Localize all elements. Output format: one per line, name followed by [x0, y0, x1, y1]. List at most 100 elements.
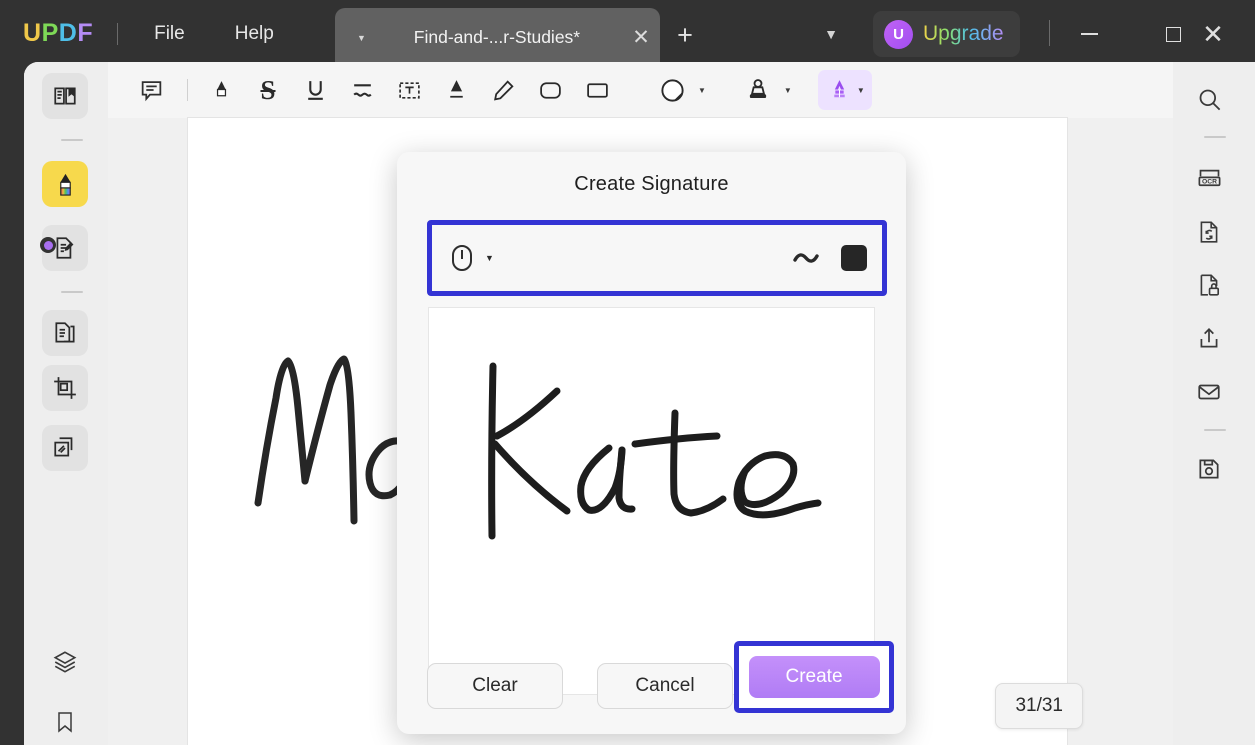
- page-indicator[interactable]: 31/31: [995, 683, 1083, 729]
- sticker-chevron-down-icon[interactable]: ▼: [698, 86, 706, 95]
- upgrade-avatar-badge: U: [884, 20, 913, 49]
- sidebar-item-reader[interactable]: [42, 73, 88, 119]
- ocr-icon: OCR: [1196, 165, 1223, 192]
- toolbar-highlight-button[interactable]: [199, 70, 243, 110]
- toolbar-rect-shape-button[interactable]: [575, 70, 619, 110]
- comment-box-icon: [139, 78, 164, 103]
- signature-chevron-down-icon[interactable]: ▼: [857, 86, 865, 95]
- sidebar-divider-1: [61, 139, 83, 141]
- right-sidebar: OCR: [1173, 62, 1255, 745]
- signature-drawing-canvas[interactable]: [428, 307, 875, 695]
- new-tab-button[interactable]: +: [668, 18, 702, 52]
- right-sidebar-divider-1: [1204, 136, 1226, 138]
- clear-button[interactable]: Clear: [427, 663, 563, 709]
- toolbar-pencil-button[interactable]: [481, 70, 525, 110]
- signature-tool-options-focus-ring: ▼: [427, 220, 887, 296]
- dialog-button-row: Clear Cancel Create: [397, 663, 906, 711]
- right-sidebar-divider-2: [1204, 429, 1226, 431]
- title-bar: U P D F File Help ▼ Find-and-...r-Studie…: [0, 0, 1255, 67]
- sidebar-item-layers[interactable]: [42, 639, 88, 685]
- create-signature-dialog: Create Signature ▼: [397, 152, 906, 734]
- stamp-chevron-down-icon[interactable]: ▼: [784, 86, 792, 95]
- pen-nib-icon: [827, 78, 852, 103]
- create-button-focus-ring: Create: [734, 641, 894, 713]
- callout-icon: [444, 78, 469, 103]
- pages-copy-icon: [52, 320, 78, 346]
- document-tab[interactable]: ▼ Find-and-...r-Studies* ✕: [335, 8, 660, 67]
- toolbar-stamp-button[interactable]: [736, 70, 780, 110]
- tab-dropdown-icon[interactable]: ▼: [357, 33, 366, 43]
- create-button[interactable]: Create: [749, 656, 880, 698]
- sidebar-item-comment[interactable]: [42, 161, 88, 207]
- toolbar-sticker-button[interactable]: [650, 70, 694, 110]
- toolbar-comment-button[interactable]: [129, 70, 173, 110]
- window-minimize-button[interactable]: [1069, 14, 1109, 54]
- main-shell: S: [24, 62, 1255, 745]
- toolbar-squiggly-button[interactable]: [340, 70, 384, 110]
- tab-close-icon[interactable]: ✕: [622, 25, 660, 50]
- toolbar-underline-button[interactable]: [293, 70, 337, 110]
- right-sidebar-item-convert[interactable]: [1187, 210, 1231, 254]
- cancel-button[interactable]: Cancel: [597, 663, 733, 709]
- squiggly-underline-icon: [350, 78, 375, 103]
- sidebar-item-bookmarks[interactable]: [42, 699, 88, 745]
- toolbar-strikethrough-button[interactable]: S: [246, 70, 290, 110]
- updf-logo: U P D F: [23, 21, 93, 46]
- highlighter-icon: [209, 78, 234, 103]
- convert-document-icon: [1196, 219, 1222, 245]
- minimize-icon: [1081, 33, 1098, 35]
- right-sidebar-item-save[interactable]: [1187, 447, 1231, 491]
- toolbar-signature-button[interactable]: ▼: [818, 70, 872, 110]
- toolbar-rounded-shape-button[interactable]: [528, 70, 572, 110]
- sidebar-item-crop[interactable]: [42, 365, 88, 411]
- tab-title: Find-and-...r-Studies*: [366, 27, 622, 48]
- color-swatch-button[interactable]: [841, 245, 867, 271]
- window-close-button[interactable]: ✕: [1193, 14, 1233, 54]
- rectangle-icon: [585, 78, 610, 103]
- wavy-stroke-icon[interactable]: [791, 247, 821, 269]
- dialog-title: Create Signature: [397, 152, 906, 196]
- signature-ink-kate: [429, 308, 876, 696]
- book-reader-icon: [52, 83, 78, 109]
- sidebar-item-batch[interactable]: [42, 425, 88, 471]
- search-icon: [1196, 86, 1223, 113]
- menu-help[interactable]: Help: [221, 17, 288, 51]
- logo-letter-f: F: [77, 21, 93, 46]
- right-sidebar-item-protect[interactable]: [1187, 263, 1231, 307]
- toolbar-callout-button[interactable]: [434, 70, 478, 110]
- window-maximize-button[interactable]: [1153, 14, 1193, 54]
- mouse-icon[interactable]: [452, 245, 472, 271]
- pencil-icon: [491, 78, 516, 103]
- sidebar-collapse-handle[interactable]: [40, 237, 56, 253]
- envelope-icon: [1196, 379, 1222, 405]
- left-sidebar: [24, 62, 108, 745]
- menu-file[interactable]: File: [140, 17, 199, 51]
- logo-letter-d: D: [59, 21, 78, 46]
- signature-tool-options-bar: ▼: [432, 225, 882, 291]
- collapse-dot-icon: [44, 241, 53, 250]
- underline-icon: [303, 78, 328, 103]
- document-lock-icon: [1196, 272, 1222, 298]
- crop-icon: [52, 375, 78, 401]
- right-sidebar-item-share[interactable]: [1187, 317, 1231, 361]
- sticker-icon: [659, 77, 686, 104]
- sidebar-divider-2: [61, 291, 83, 293]
- right-sidebar-item-ocr[interactable]: OCR: [1187, 156, 1231, 200]
- tab-list-chevron-down-icon[interactable]: ▼: [815, 20, 847, 48]
- right-sidebar-item-search[interactable]: [1187, 77, 1231, 121]
- text-box-icon: [397, 78, 422, 103]
- rounded-rect-icon: [538, 78, 563, 103]
- highlighter-marker-icon: [52, 171, 79, 198]
- input-device-chevron-down-icon[interactable]: ▼: [485, 253, 494, 263]
- sidebar-item-organize[interactable]: [42, 310, 88, 356]
- logo-letter-p: P: [42, 21, 59, 46]
- svg-text:OCR: OCR: [1202, 178, 1217, 185]
- toolbar-textbox-button[interactable]: [387, 70, 431, 110]
- strikethrough-s-icon: S: [260, 75, 275, 106]
- logo-letter-u: U: [23, 21, 42, 46]
- upgrade-button[interactable]: U Upgrade: [873, 11, 1020, 57]
- layers-icon: [52, 649, 78, 675]
- document-edit-icon: [52, 235, 78, 261]
- stacked-pages-icon: [52, 435, 78, 461]
- right-sidebar-item-email[interactable]: [1187, 370, 1231, 414]
